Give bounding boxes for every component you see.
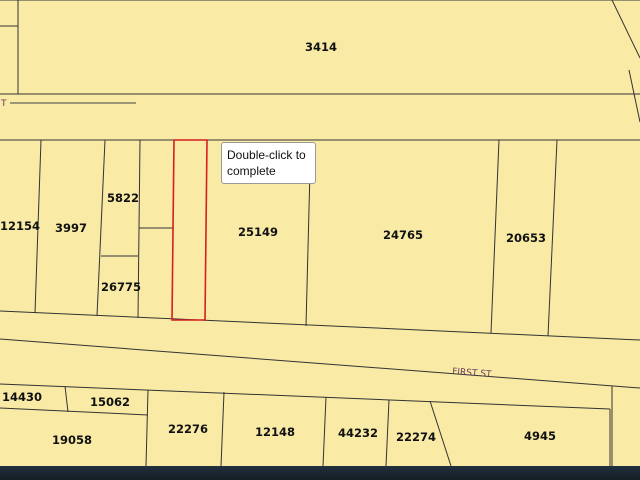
- top-street-label: T: [0, 99, 7, 109]
- parcel-label[interactable]: 12154: [0, 219, 40, 233]
- parcel-label[interactable]: 26775: [101, 280, 141, 294]
- parcel-map-canvas[interactable]: T 3414 12154 3997 5822 26775 25149 24765…: [0, 0, 640, 466]
- parcel-label[interactable]: 12148: [255, 425, 295, 439]
- parcel-label[interactable]: 25149: [238, 225, 278, 239]
- parcel-label[interactable]: 22276: [168, 422, 208, 436]
- parcel-label[interactable]: 3414: [305, 40, 337, 54]
- parcel-label[interactable]: 20653: [506, 231, 546, 245]
- parcel-label[interactable]: 14430: [2, 390, 42, 404]
- bottom-toolbar-bar: [0, 466, 640, 480]
- draw-tooltip: Double-click to complete: [221, 142, 316, 184]
- parcel-label[interactable]: 5822: [107, 191, 139, 205]
- parcel-label[interactable]: 24765: [383, 228, 423, 242]
- parcel-label[interactable]: 44232: [338, 426, 378, 440]
- parcel-label[interactable]: 22274: [396, 430, 436, 444]
- parcel-label[interactable]: 15062: [90, 395, 130, 409]
- parcel-label[interactable]: 4945: [524, 429, 556, 443]
- tooltip-text: Double-click to complete: [227, 148, 306, 178]
- parcel-map[interactable]: T 3414 12154 3997 5822 26775 25149 24765…: [0, 0, 640, 466]
- parcel-label[interactable]: 3997: [55, 221, 87, 235]
- parcel-label[interactable]: 19058: [52, 433, 92, 447]
